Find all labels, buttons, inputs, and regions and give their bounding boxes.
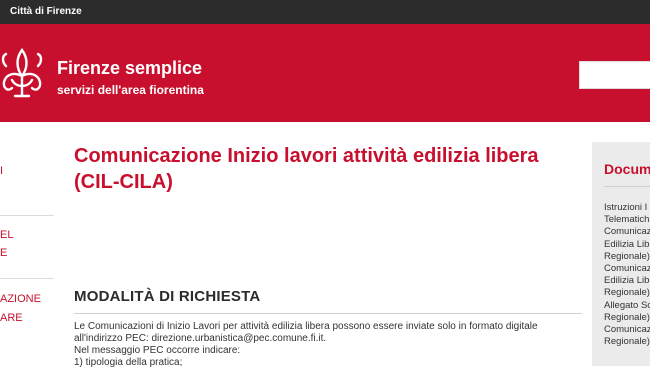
florence-lily-icon[interactable] bbox=[0, 46, 50, 100]
document-link[interactable]: Regionale) bbox=[604, 312, 650, 324]
request-instructions: Le Comunicazioni di Inizio Lavori per at… bbox=[74, 321, 574, 369]
document-link[interactable]: Regionale) bbox=[604, 251, 650, 263]
document-link[interactable]: Comunicaz bbox=[604, 226, 650, 238]
document-links: Istruzioni I Telematich Comunicaz Ediliz… bbox=[604, 202, 650, 348]
document-link[interactable]: Regionale) bbox=[604, 287, 650, 299]
search-input[interactable] bbox=[579, 61, 650, 89]
documents-sidebar: Docum Istruzioni I Telematich Comunicaz … bbox=[592, 142, 650, 366]
section-title: MODALITÀ DI RICHIESTA bbox=[74, 288, 261, 305]
sidebar-heading: Docum bbox=[604, 161, 650, 177]
document-link[interactable]: Edilizia Lib bbox=[604, 275, 650, 287]
nav-item-2[interactable]: EL bbox=[0, 226, 13, 245]
nav-divider bbox=[0, 215, 54, 216]
body-line: 1) tipologia della pratica; bbox=[74, 357, 183, 368]
nav-item-1[interactable]: I bbox=[0, 162, 3, 181]
document-link[interactable]: Allegato So bbox=[604, 300, 650, 312]
city-link[interactable]: Città di Firenze bbox=[10, 6, 82, 17]
sidebar-divider bbox=[604, 186, 650, 187]
site-header: Firenze semplice servizi dell'area fiore… bbox=[0, 24, 650, 122]
document-link[interactable]: Comunicaz bbox=[604, 263, 650, 275]
top-bar: Città di Firenze bbox=[0, 0, 650, 24]
document-link[interactable]: Edilizia Lib bbox=[604, 239, 650, 251]
page-title: Comunicazione Inizio lavori attività edi… bbox=[74, 145, 539, 193]
document-link[interactable]: Telematich bbox=[604, 214, 650, 226]
section-divider bbox=[74, 313, 582, 314]
nav-item-4[interactable]: AZIONE bbox=[0, 290, 41, 309]
site-title[interactable]: Firenze semplice bbox=[57, 58, 202, 79]
body-line: Le Comunicazioni di Inizio Lavori per at… bbox=[74, 321, 538, 332]
body-line: Nel messaggio PEC occorre indicare: bbox=[74, 345, 241, 356]
nav-item-5[interactable]: ARE bbox=[0, 309, 23, 328]
document-link[interactable]: Regionale) bbox=[604, 336, 650, 348]
document-link[interactable]: Comunicaz bbox=[604, 324, 650, 336]
nav-item-3[interactable]: E bbox=[0, 244, 7, 263]
left-navigation: I EL E AZIONE ARE bbox=[0, 122, 54, 366]
site-subtitle: servizi dell'area fiorentina bbox=[57, 83, 204, 97]
document-link[interactable]: Istruzioni I bbox=[604, 202, 650, 214]
nav-divider bbox=[0, 278, 54, 279]
body-line: all'indirizzo PEC: direzione.urbanistica… bbox=[74, 333, 327, 344]
